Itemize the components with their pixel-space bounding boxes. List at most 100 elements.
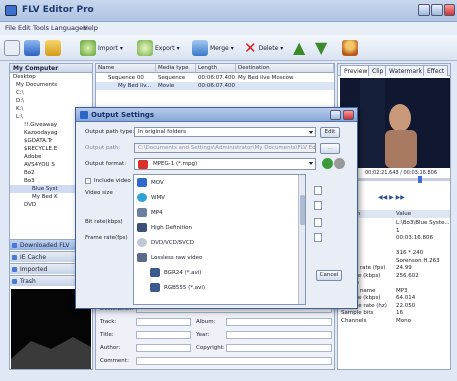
author-label: Author: xyxy=(100,345,121,351)
output-format-label: Output format: xyxy=(85,161,127,167)
import-button[interactable]: Import ▾ xyxy=(80,39,123,57)
output-path-label: Output path: xyxy=(85,145,121,151)
new-icon[interactable] xyxy=(4,40,20,56)
avi-icon xyxy=(150,283,160,292)
remove-format-icon[interactable] xyxy=(334,158,345,169)
mp4-icon xyxy=(137,208,147,217)
lossless-icon xyxy=(137,253,147,262)
property-value: 316 * 240 xyxy=(396,250,424,256)
video-option-dropdown[interactable] xyxy=(314,201,322,210)
format-option-rgb555[interactable]: RGB555 (*.avi) xyxy=(150,283,205,292)
avi-icon xyxy=(150,268,160,277)
track-label: Track: xyxy=(100,319,117,325)
move-up-icon[interactable]: ▲ xyxy=(293,40,305,56)
copyright-field[interactable] xyxy=(226,344,332,352)
property-value: 1 xyxy=(396,227,400,234)
dialog-close-button[interactable] xyxy=(343,110,354,120)
property-value: 16 xyxy=(396,310,403,316)
app-logo-icon xyxy=(5,5,17,16)
column-header-media-type[interactable]: Media type xyxy=(156,64,196,73)
menu-file[interactable]: File xyxy=(5,24,16,32)
tree-item[interactable]: C:\ xyxy=(10,89,92,97)
maximize-button[interactable] xyxy=(431,4,443,16)
mpeg-icon xyxy=(138,160,148,169)
tree-item[interactable]: D:\ xyxy=(10,97,92,105)
album-field[interactable] xyxy=(226,318,332,326)
tab-effect[interactable]: Effect xyxy=(423,65,449,76)
include-video-label: Include video xyxy=(94,178,131,184)
title-label: Title: xyxy=(100,332,114,338)
export-button[interactable]: Export ▾ xyxy=(137,39,180,57)
chevron-down-icon xyxy=(309,131,313,134)
save-icon[interactable] xyxy=(45,40,61,56)
path-type-label: Output path type: xyxy=(85,129,135,135)
include-video-checkbox[interactable] xyxy=(85,178,91,184)
menu-tools[interactable]: Tools xyxy=(33,24,49,32)
format-option-bgr24[interactable]: BGR24 (*.avi) xyxy=(150,268,201,277)
property-value: 24.99 xyxy=(396,265,412,271)
bit-rate-label: Bit rate(kbps) xyxy=(85,219,123,225)
user-icon[interactable] xyxy=(342,40,358,56)
browse-button[interactable]: ... xyxy=(320,143,340,154)
column-header-name[interactable]: Name xyxy=(96,64,156,73)
column-header-length[interactable]: Length xyxy=(196,64,236,73)
minimize-button[interactable] xyxy=(418,4,430,16)
seek-handle[interactable] xyxy=(418,176,422,183)
format-option-mp4[interactable]: MP4 xyxy=(137,208,163,217)
format-list-scrollbar[interactable] xyxy=(298,175,305,304)
merge-button[interactable]: Merge ▾ xyxy=(192,39,234,57)
tree-item[interactable]: My Documents xyxy=(10,81,92,89)
delete-button[interactable]: ✕ Delete ▾ xyxy=(244,39,283,57)
tab-watermark[interactable]: Watermark xyxy=(385,65,427,76)
chevron-down-icon xyxy=(309,162,313,165)
format-group-lossless[interactable]: Lossless raw video xyxy=(137,253,202,262)
add-format-icon[interactable] xyxy=(322,158,333,169)
close-button[interactable] xyxy=(444,4,455,16)
property-value: MP3 xyxy=(396,287,408,294)
frame-rate-dropdown[interactable] xyxy=(314,233,322,242)
dialog-minimize-button[interactable] xyxy=(330,110,341,120)
author-field[interactable] xyxy=(136,344,191,352)
open-folder-icon[interactable] xyxy=(24,40,40,56)
edit-button[interactable]: Edit xyxy=(320,127,340,138)
menu-languages[interactable]: Languages xyxy=(51,24,86,32)
time-readout: 00:02:21.643 / 00:03:16.806 xyxy=(365,170,438,176)
album-label: Album: xyxy=(196,319,216,325)
format-option-dvd[interactable]: DVD/VCD/SVCD xyxy=(137,238,194,247)
merge-icon xyxy=(192,40,208,56)
settings-icon xyxy=(80,111,88,119)
property-value: Mono xyxy=(396,317,411,324)
year-field[interactable] xyxy=(226,331,332,339)
my-computer-header: My Computer xyxy=(10,64,92,73)
property-key: Sample bits xyxy=(341,310,374,316)
toolbar: Import ▾ Export ▾ Merge ▾ ✕ Delete ▾ ▲ ▼ xyxy=(0,35,457,61)
title-field[interactable] xyxy=(136,331,191,339)
tree-item[interactable]: Desktop xyxy=(10,73,92,81)
cancel-button[interactable]: Cancel xyxy=(316,270,342,281)
path-type-select[interactable]: In original folders xyxy=(134,127,316,137)
menu-bar: File Edit Tools Languages Help xyxy=(0,22,457,35)
bit-rate-dropdown[interactable] xyxy=(314,218,322,227)
import-icon xyxy=(80,40,96,56)
menu-edit[interactable]: Edit xyxy=(18,24,31,32)
playback-controls[interactable]: ◀◀ ▶ ▶▶ xyxy=(378,194,405,201)
format-option-hd[interactable]: High Definition xyxy=(137,223,192,232)
table-row[interactable]: Sequence 00 Sequence 00:06:07.400 My Bed… xyxy=(96,74,334,82)
format-option-mov[interactable]: MOV xyxy=(137,178,164,187)
output-path-field[interactable]: C:\Documents and Settings\Administrator\… xyxy=(134,143,316,153)
mov-icon xyxy=(137,178,147,187)
tab-preview[interactable]: Preview xyxy=(340,65,372,76)
table-row[interactable]: My Bed liv... Movie 00:06:07.400 xyxy=(96,82,334,90)
video-size-dropdown[interactable] xyxy=(314,186,322,195)
title-bar: FLV Editor Pro xyxy=(0,0,457,22)
move-down-icon[interactable]: ▼ xyxy=(315,40,327,56)
scrollbar-thumb[interactable] xyxy=(300,195,305,225)
dialog-title-bar: Output Settings xyxy=(76,108,357,122)
track-field[interactable] xyxy=(136,318,191,326)
format-option-wmv[interactable]: WMV xyxy=(137,193,165,202)
output-format-select[interactable]: MPEG-1 (*.mpg) xyxy=(134,158,316,170)
copyright-label: Copyright: xyxy=(196,345,225,351)
comment-field[interactable] xyxy=(136,357,332,365)
column-header-destination[interactable]: Destination xyxy=(236,64,334,73)
menu-help[interactable]: Help xyxy=(83,24,98,32)
